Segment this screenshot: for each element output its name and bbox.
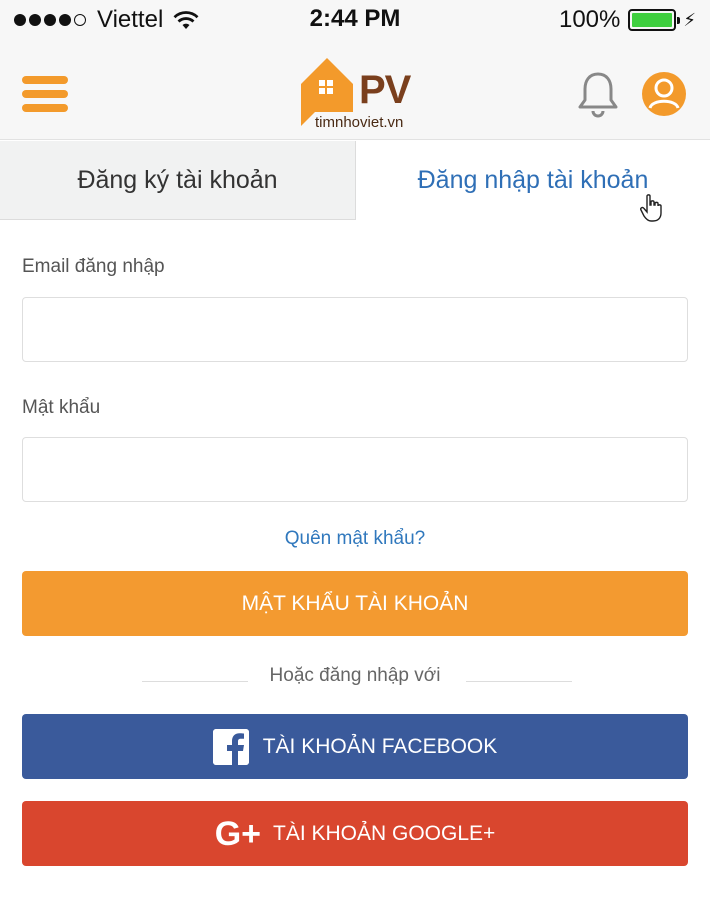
password-field[interactable] (22, 437, 688, 502)
pointer-hand-icon (640, 194, 662, 222)
status-right: 100% ⚡ (559, 6, 696, 34)
battery-icon (628, 9, 681, 31)
logo-text: PV (359, 68, 411, 112)
or-divider: Hoặc đăng nhập với (0, 665, 710, 691)
google-login-button[interactable]: G+ TÀI KHOẢN GOOGLE+ (22, 801, 688, 866)
submit-button[interactable]: MẬT KHẨU TÀI KHOẢN (22, 571, 688, 636)
google-login-label: TÀI KHOẢN GOOGLE+ (273, 821, 496, 845)
logo[interactable]: PV timnhoviet.vn (297, 54, 417, 134)
charging-icon: ⚡ (683, 9, 696, 30)
google-plus-icon: G+ (214, 814, 261, 853)
menu-bar (22, 104, 68, 112)
battery-fill (632, 13, 673, 27)
app-header: PV timnhoviet.vn (0, 40, 710, 140)
battery-percent: 100% (558, 6, 621, 33)
menu-icon[interactable] (22, 76, 68, 112)
tab-register[interactable]: Đăng ký tài khoản (0, 141, 356, 220)
or-divider-text: Hoặc đăng nhập với (269, 665, 441, 686)
facebook-icon (212, 728, 249, 765)
user-icon[interactable] (640, 70, 688, 118)
bell-icon[interactable] (576, 70, 620, 120)
battery-nub (677, 17, 681, 24)
email-label: Email đăng nhập (22, 256, 165, 277)
facebook-login-button[interactable]: TÀI KHOẢN FACEBOOK (22, 714, 688, 779)
facebook-login-label: TÀI KHOẢN FACEBOOK (262, 734, 498, 758)
menu-bar (22, 90, 68, 98)
logo-subtext: timnhoviet.vn (315, 114, 404, 131)
status-bar: Viettel 2:44 PM 100% ⚡ (0, 0, 710, 40)
password-label: Mật khẩu (22, 397, 101, 418)
email-field[interactable] (22, 297, 688, 362)
divider-line-right (466, 681, 572, 682)
forgot-password-link[interactable]: Quên mật khẩu? (0, 528, 710, 550)
menu-bar (22, 76, 68, 84)
submit-button-label: MẬT KHẨU TÀI KHOẢN (241, 591, 469, 615)
auth-tabs: Đăng ký tài khoản Đăng nhập tài khoản (0, 141, 710, 220)
